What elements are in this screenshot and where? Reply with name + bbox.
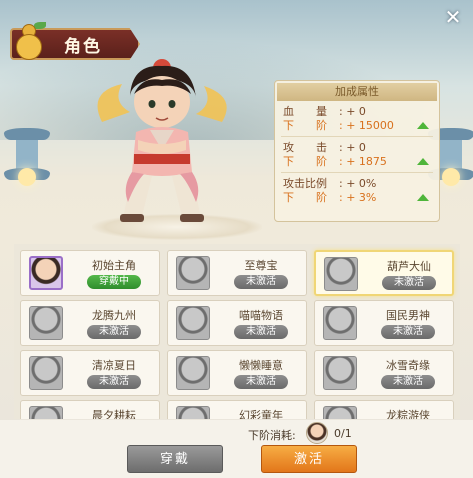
skin-avatar (323, 356, 357, 390)
stat-next-label: 下 阶 (283, 155, 327, 168)
skin-avatar (323, 306, 357, 340)
skin-name: 初始主角 (92, 259, 136, 272)
skin-avatar (29, 306, 63, 340)
status-badge: 未激活 (381, 325, 435, 339)
skin-avatar (176, 256, 210, 290)
skin-avatar (29, 356, 63, 390)
stat-label: 血 量 (283, 105, 327, 118)
status-badge: 未激活 (381, 375, 435, 389)
stat-value: : + 0 (339, 105, 366, 118)
skin-name: 幻彩童年 (239, 409, 283, 419)
stat-value: : + 0 (339, 141, 366, 154)
stat-next-value: : + 15000 (339, 119, 394, 132)
status-badge: 未激活 (87, 325, 141, 339)
arrow-up-icon (417, 194, 429, 201)
skin-card[interactable]: 葫芦大仙 未激活 (314, 250, 454, 296)
skin-roster[interactable]: 初始主角 穿戴中 至尊宝 未激活 葫芦大仙 未激活 龙腾九州 未激活 喵喵物语 … (14, 244, 460, 419)
cost-label: 下阶消耗: (248, 429, 296, 442)
skin-name: 喵喵物语 (239, 309, 283, 322)
stat-value: : + 0% (339, 177, 377, 190)
wear-button[interactable]: 穿戴 (127, 445, 223, 473)
skin-name: 国民男神 (386, 309, 430, 322)
skin-card[interactable]: 龙腾九州 未激活 (20, 300, 160, 346)
status-badge: 未激活 (234, 275, 288, 289)
skin-card[interactable]: 龙粽游侠 (314, 400, 454, 419)
stat-next-value: : + 3% (339, 191, 377, 204)
footer-bar (0, 420, 473, 478)
status-badge: 穿戴中 (87, 275, 141, 289)
status-badge: 未激活 (382, 276, 436, 290)
fragment-icon (306, 422, 328, 444)
role-screen: ✕ 角色 加成属性 血 量 : + 0 下 阶: + 15000 攻 击: … (0, 0, 473, 478)
arrow-up-icon (417, 158, 429, 165)
bonus-attributes-title: 加成属性 (277, 83, 437, 101)
skin-name: 冰雪奇缘 (386, 359, 430, 372)
status-badge: 未激活 (234, 375, 288, 389)
skin-card[interactable]: 冰雪奇缘 未激活 (314, 350, 454, 396)
skin-name: 葫芦大仙 (387, 260, 431, 273)
bonus-attributes-panel: 加成属性 血 量 : + 0 下 阶 : + 15000 攻 击 : + 0 下… (274, 80, 440, 222)
skin-card[interactable]: 懒懒睡意 未激活 (167, 350, 307, 396)
stat-attack: 攻 击 : + 0 下 阶 : + 1875 (281, 141, 433, 173)
skin-avatar (324, 257, 358, 291)
skin-name: 清凉夏日 (92, 359, 136, 372)
skin-name: 龙粽游侠 (386, 409, 430, 419)
lantern-left (4, 128, 50, 218)
stat-next-label: 下 阶 (283, 119, 327, 132)
skin-card[interactable]: 至尊宝 未激活 (167, 250, 307, 296)
stat-label: 攻击比例 (283, 177, 327, 190)
skin-name: 懒懒睡意 (239, 359, 283, 372)
stat-attack-ratio: 攻击比例 : + 0% 下 阶 : + 3% (281, 177, 433, 208)
close-icon[interactable]: ✕ (441, 6, 465, 30)
skin-card[interactable]: 国民男神 未激活 (314, 300, 454, 346)
skin-avatar (323, 406, 357, 419)
skin-name: 至尊宝 (244, 259, 278, 272)
stat-next-label: 下 阶 (283, 191, 327, 204)
activate-button[interactable]: 激活 (261, 445, 357, 473)
skin-avatar (176, 306, 210, 340)
cost-value: 0/1 (334, 427, 352, 440)
skin-avatar (176, 356, 210, 390)
skin-avatar (29, 406, 63, 419)
status-badge: 未激活 (87, 375, 141, 389)
skin-name: 龙腾九州 (92, 309, 136, 322)
skin-card[interactable]: 清凉夏日 未激活 (20, 350, 160, 396)
stat-hp: 血 量 : + 0 下 阶 : + 15000 (281, 105, 433, 137)
skin-card[interactable]: 喵喵物语 未激活 (167, 300, 307, 346)
skin-avatar (176, 406, 210, 419)
hero-character (97, 59, 227, 222)
arrow-up-icon (417, 122, 429, 129)
skin-avatar (29, 256, 63, 290)
skin-card[interactable]: 初始主角 穿戴中 (20, 250, 160, 296)
status-badge: 未激活 (234, 325, 288, 339)
skin-name: 晨夕耕耘 (92, 409, 136, 419)
skin-card[interactable]: 幻彩童年 (167, 400, 307, 419)
stat-next-value: : + 1875 (339, 155, 387, 168)
skin-card[interactable]: 晨夕耕耘 (20, 400, 160, 419)
stat-label: 攻 击 (283, 141, 327, 154)
gourd-icon (14, 22, 46, 62)
